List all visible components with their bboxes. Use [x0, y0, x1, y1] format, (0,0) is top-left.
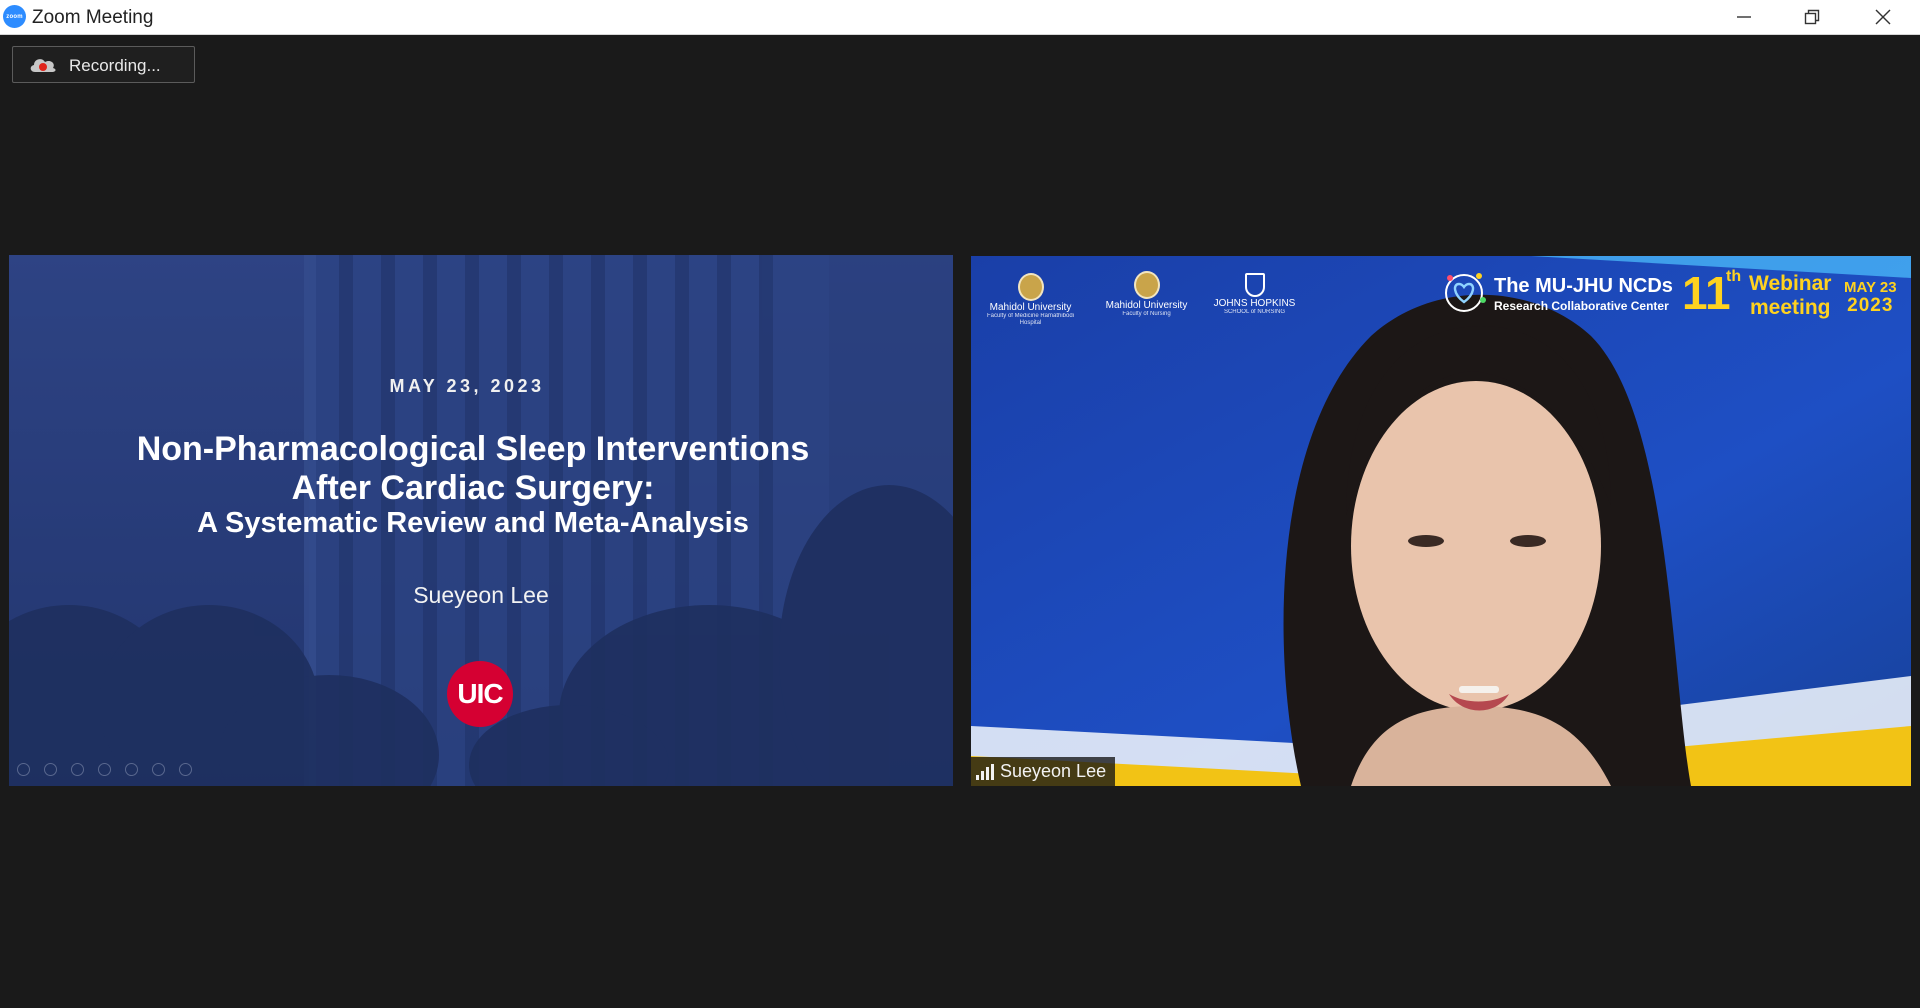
slide-control-icon[interactable]	[125, 763, 138, 776]
mahidol-seal-icon	[1133, 271, 1160, 299]
slide-controls	[17, 763, 192, 776]
minimize-icon	[1737, 16, 1751, 18]
mahidol-seal-icon	[1017, 273, 1044, 301]
slide-title-line-2: After Cardiac Surgery:	[291, 469, 655, 507]
recording-indicator[interactable]: Recording...	[12, 46, 195, 83]
slide-title-line-3: A Systematic Review and Meta-Analysis	[197, 507, 749, 539]
slide-title-line-1: Non-Pharmacological Sleep Interventions	[136, 430, 810, 468]
close-button[interactable]	[1852, 0, 1914, 34]
window-title: Zoom Meeting	[32, 7, 154, 28]
slide-control-icon[interactable]	[71, 763, 84, 776]
slide-author: Sueyeon Lee	[413, 582, 549, 608]
zoom-app-icon-label: zoom	[6, 13, 23, 20]
slide-control-icon[interactable]	[44, 763, 57, 776]
slide-control-icon[interactable]	[17, 763, 30, 776]
logo-subtitle: SCHOOL of NURSING	[1223, 309, 1286, 315]
speaker-video[interactable]: Mahidol University Faculty of Medicine R…	[971, 256, 1911, 786]
banner-event-line-1: Webinar	[1749, 272, 1832, 295]
slide-control-icon[interactable]	[152, 763, 165, 776]
cloud-recording-icon	[30, 59, 56, 72]
minimize-button[interactable]	[1713, 0, 1775, 34]
ncds-heart-logo-icon	[1445, 273, 1486, 312]
zoom-app-icon: zoom	[3, 5, 26, 28]
banner-event-line-2: meeting	[1749, 296, 1831, 319]
mahidol-nursing-logo: Mahidol University Faculty of Nursing	[1099, 271, 1194, 318]
johns-hopkins-shield-icon	[1244, 273, 1265, 297]
close-icon	[1875, 9, 1891, 25]
logo-name: Mahidol University	[1105, 300, 1188, 311]
virtual-background	[971, 256, 1911, 786]
banner-edition-number: 11	[1682, 267, 1731, 319]
slide-date: MAY 23, 2023	[389, 376, 545, 396]
participant-name-tag: Sueyeon Lee	[971, 757, 1115, 786]
banner-date: MAY 23 2023	[1844, 279, 1897, 315]
banner-subtitle: Research Collaborative Center	[1494, 299, 1669, 313]
uic-logo: UIC	[447, 661, 513, 727]
banner-edition-suffix: th	[1726, 268, 1742, 285]
logo-subtitle: Faculty of Medicine Ramathibodi Hospital	[986, 313, 1075, 326]
banner-event: Webinar meeting	[1749, 272, 1831, 320]
participant-name: Sueyeon Lee	[1000, 761, 1107, 781]
shared-screen[interactable]: MAY 23, 2023 Non-Pharmacological Sleep I…	[9, 255, 953, 786]
mahidol-medicine-logo: Mahidol University Faculty of Medicine R…	[983, 273, 1078, 327]
logo-name: Mahidol University	[989, 302, 1072, 313]
logo-subtitle: Faculty of Nursing	[1122, 311, 1171, 317]
banner-date-line-2: 2023	[1847, 295, 1894, 316]
johns-hopkins-logo: JOHNS HOPKINS SCHOOL of NURSING	[1207, 273, 1302, 316]
recording-label: Recording...	[69, 56, 161, 75]
window-titlebar[interactable]: zoom Zoom Meeting	[0, 0, 1920, 35]
slide-control-icon[interactable]	[179, 763, 192, 776]
signal-strength-icon	[976, 763, 994, 780]
logo-name: JOHNS HOPKINS	[1213, 298, 1296, 309]
restore-icon	[1804, 9, 1820, 25]
banner-title: The MU-JHU NCDs	[1494, 275, 1673, 297]
restore-button[interactable]	[1781, 0, 1843, 34]
slide-control-icon[interactable]	[98, 763, 111, 776]
